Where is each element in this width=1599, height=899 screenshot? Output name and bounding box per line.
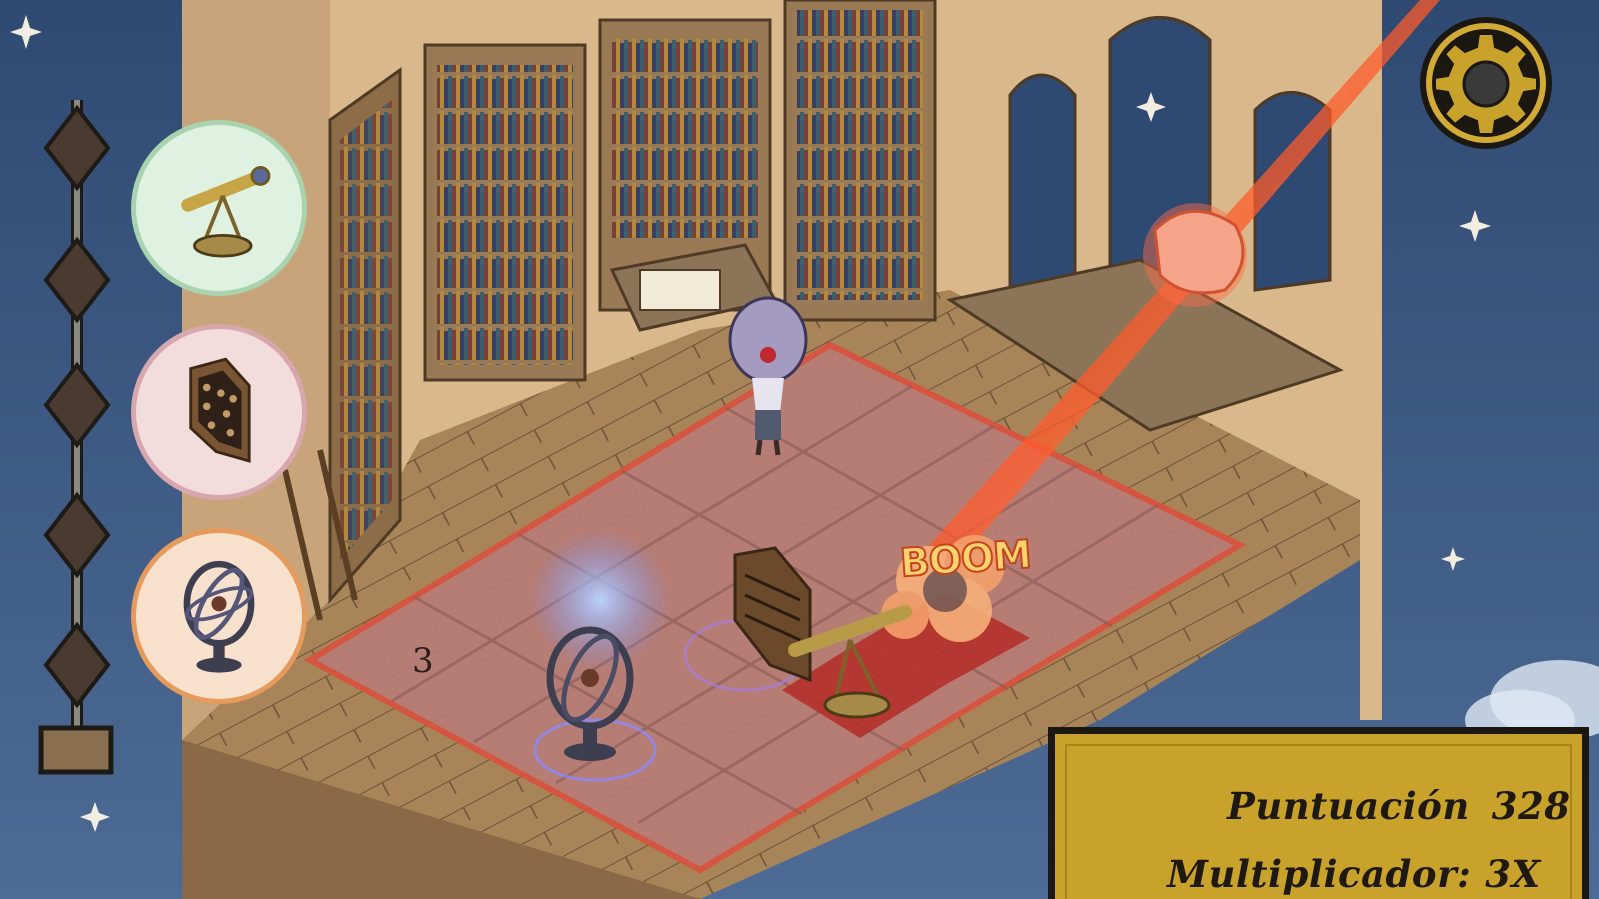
boom-effect-text: BOOM (898, 531, 1034, 587)
armillary-sphere-icon (183, 560, 255, 673)
meteor-icon (1143, 203, 1247, 307)
game-scene: 3 BOOM Puntuación 328 Multiplicador: 3X (0, 0, 1599, 899)
abacus-slot-button[interactable] (131, 324, 307, 500)
score-panel-inner: Puntuación 328 Multiplicador: 3X (1065, 744, 1572, 899)
multiplier-row: Multiplicador: 3X (1167, 852, 1541, 896)
score-label: Puntuación (1227, 784, 1470, 828)
score-row: Puntuación 328 (1227, 784, 1571, 828)
telescope-icon (181, 166, 271, 258)
progress-meter (38, 100, 116, 800)
multiplier-value: 3X (1485, 852, 1541, 896)
settings-button[interactable] (1417, 14, 1555, 152)
score-value: 328 (1491, 784, 1571, 828)
telescope-slot-button[interactable] (131, 120, 307, 296)
abacus-icon (189, 357, 251, 463)
armillary-slot-button[interactable] (131, 528, 307, 704)
tile-number-label: 3 (412, 641, 434, 681)
score-panel: Puntuación 328 Multiplicador: 3X (1048, 727, 1589, 899)
multiplier-label: Multiplicador: (1167, 852, 1472, 896)
gear-icon (1420, 17, 1552, 149)
